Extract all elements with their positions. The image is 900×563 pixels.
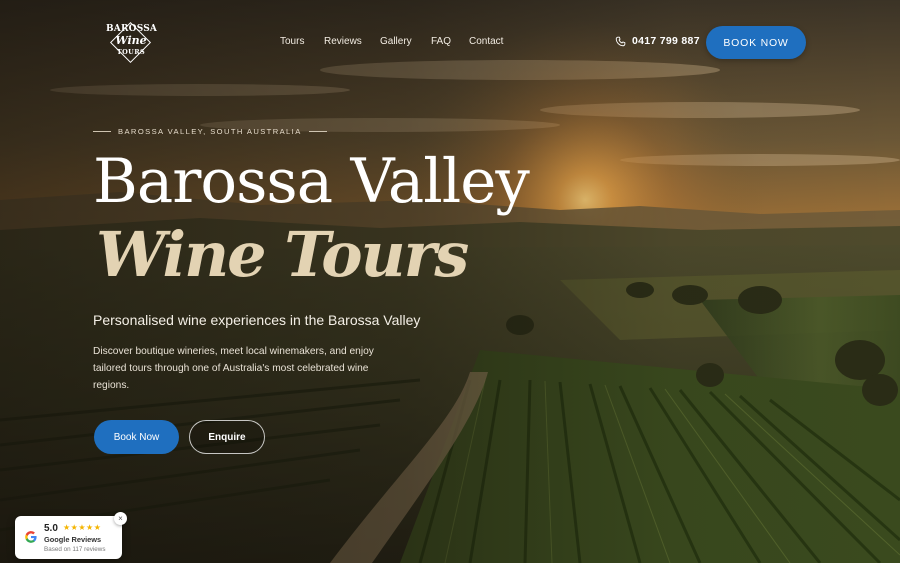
- logo-line-3: TOURS: [116, 48, 146, 56]
- logo-line-2: Wine: [115, 34, 147, 47]
- hero-title-line-1: Barossa Valley: [93, 146, 530, 217]
- book-now-button[interactable]: Book Now: [94, 420, 179, 454]
- nav-gallery[interactable]: Gallery: [380, 36, 412, 47]
- nav-faq[interactable]: FAQ: [431, 36, 451, 47]
- book-now-header-button[interactable]: BOOK NOW: [706, 26, 806, 59]
- hero-title-line-2: Wine Tours: [96, 218, 469, 291]
- eyebrow-text: BAROSSA VALLEY, SOUTH AUSTRALIA: [118, 127, 302, 136]
- review-label: Google Reviews: [44, 535, 102, 544]
- phone-number: 0417 799 887: [632, 35, 700, 47]
- logo-line-1: BAROSSA: [106, 24, 158, 34]
- google-reviews-widget[interactable]: 5.0 ★★★★★ Google Reviews Based on 117 re…: [15, 516, 122, 559]
- nav-reviews[interactable]: Reviews: [324, 36, 362, 47]
- eyebrow-line-left: [93, 131, 111, 132]
- nav-tours[interactable]: Tours: [280, 36, 304, 47]
- nav-contact[interactable]: Contact: [469, 36, 503, 47]
- review-stars: ★★★★★: [63, 523, 102, 532]
- phone-link[interactable]: 0417 799 887: [615, 35, 700, 47]
- review-count: Based on 117 reviews: [44, 546, 106, 553]
- enquire-button[interactable]: Enquire: [189, 420, 265, 454]
- phone-icon: [615, 36, 626, 46]
- eyebrow-line-right: [308, 131, 327, 132]
- site-logo[interactable]: BAROSSA Wine TOURS: [106, 20, 158, 66]
- google-icon: [25, 531, 37, 543]
- review-score: 5.0: [44, 523, 58, 534]
- eyebrow: BAROSSA VALLEY, SOUTH AUSTRALIA: [93, 127, 327, 136]
- hero-description: Discover boutique wineries, meet local w…: [93, 346, 374, 391]
- close-icon[interactable]: ×: [114, 512, 127, 525]
- hero-subtitle: Personalised wine experiences in the Bar…: [93, 312, 421, 328]
